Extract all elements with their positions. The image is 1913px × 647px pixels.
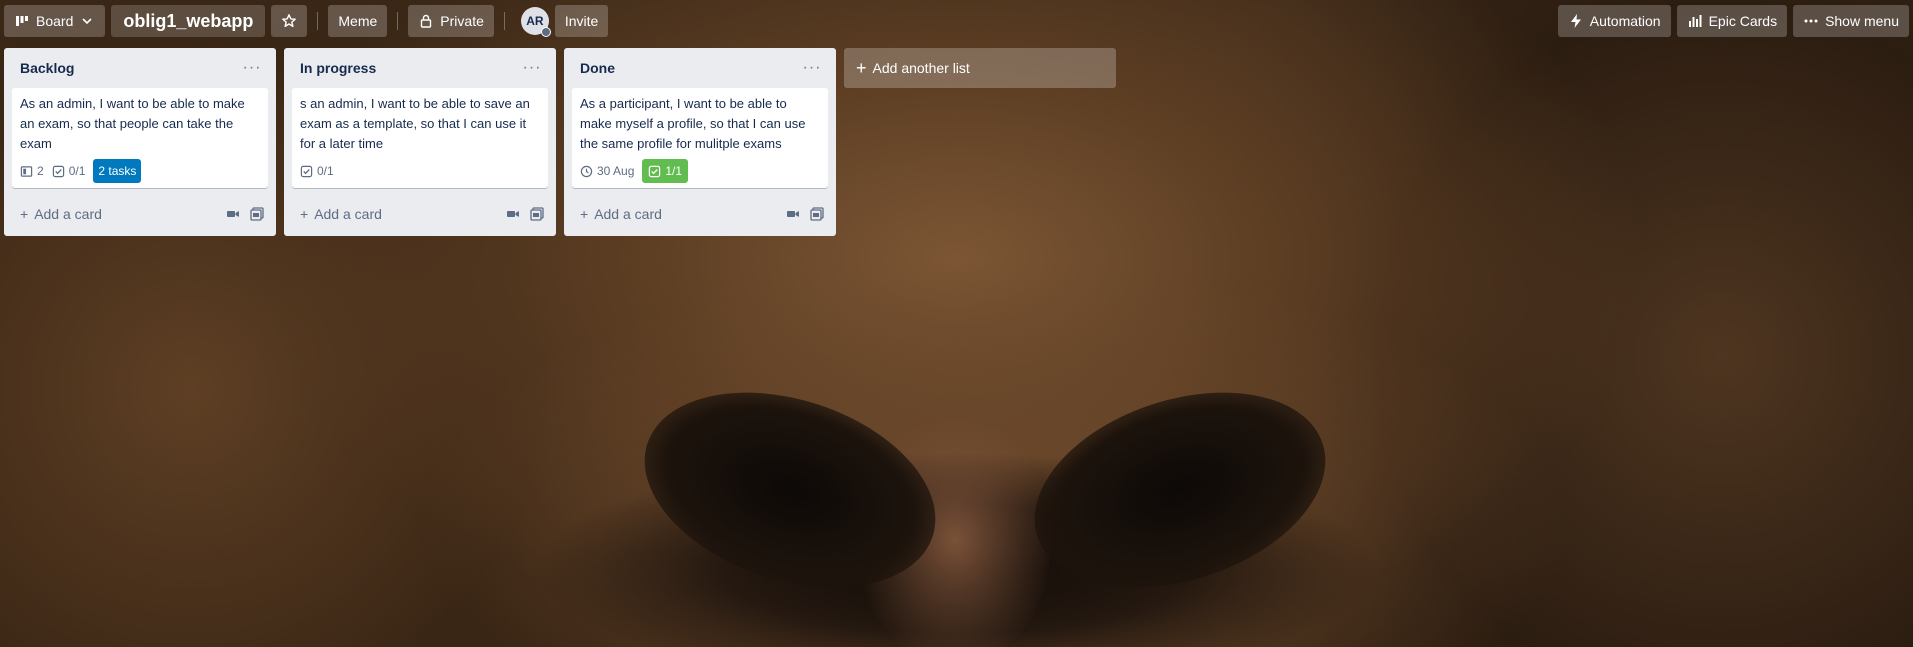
checklist-badge: 0/1 (300, 164, 334, 178)
video-icon[interactable] (506, 207, 520, 221)
template-icon[interactable] (810, 207, 824, 221)
card[interactable]: As a participant, I want to be able to m… (572, 88, 828, 188)
list-header: In progress ··· (292, 48, 548, 88)
avatar[interactable]: AR (520, 7, 551, 37)
card-badges: 30 Aug 1/1 (580, 158, 820, 184)
epic-cards-button[interactable]: Epic Cards (1676, 5, 1788, 37)
show-menu-label: Show menu (1825, 13, 1899, 29)
lock-icon (418, 13, 434, 29)
add-card-label: Add a card (314, 206, 382, 222)
plus-icon: + (20, 206, 29, 222)
checklist-icon (300, 165, 313, 177)
list-backlog[interactable]: Backlog ··· As an admin, I want to be ab… (4, 48, 276, 236)
clock-icon (580, 165, 593, 177)
checklist-icon (52, 165, 64, 177)
attachments-count: 2 (37, 164, 44, 178)
board-title[interactable]: oblig1_webapp (111, 5, 266, 37)
plus-icon: + (580, 206, 589, 222)
card-title: As a participant, I want to be able to m… (580, 96, 806, 151)
visibility-label: Private (440, 13, 484, 29)
board-view-label: Board (36, 13, 74, 29)
add-list-button[interactable]: + Add another list (844, 48, 1116, 88)
board-header: Board oblig1_webapp Meme Private AR Invi… (0, 0, 1913, 42)
lightning-icon (1568, 13, 1584, 29)
add-card-button[interactable]: + Add a card (20, 206, 102, 222)
attachments-badge: 2 (20, 164, 44, 178)
chevron-down-icon (79, 13, 95, 29)
card-title: s an admin, I want to be able to save an… (300, 96, 530, 151)
due-date-badge[interactable]: 30 Aug (580, 164, 634, 178)
add-card-label: Add a card (594, 206, 662, 222)
more-dots-icon (1803, 13, 1819, 29)
list-footer: + Add a card (572, 196, 828, 232)
list-title[interactable]: In progress (300, 60, 376, 76)
list-title[interactable]: Done (580, 60, 615, 76)
video-icon[interactable] (226, 207, 240, 221)
list-footer: + Add a card (292, 196, 548, 232)
header-divider (317, 12, 319, 30)
epic-cards-label: Epic Cards (1708, 13, 1778, 29)
video-icon[interactable] (786, 207, 800, 221)
list-done[interactable]: Done ··· As a participant, I want to be … (564, 48, 836, 236)
bar-chart-icon (1687, 13, 1703, 29)
checklist-badge: 0/1 (52, 164, 86, 178)
plus-icon: + (856, 57, 867, 78)
header-right-group: Automation Epic Cards Show menu (1557, 5, 1909, 37)
add-list-label: Add another list (872, 60, 970, 76)
list-in-progress[interactable]: In progress ··· s an admin, I want to be… (284, 48, 556, 236)
footer-icons (226, 207, 264, 221)
tasks-label: 2 tasks (93, 159, 142, 183)
avatar-initials: AR (526, 14, 544, 28)
automation-button[interactable]: Automation (1557, 5, 1671, 37)
admin-badge-icon (540, 27, 551, 37)
star-button[interactable] (271, 5, 308, 37)
plus-icon: + (300, 206, 309, 222)
workspace-button[interactable]: Meme (328, 5, 388, 37)
checklist-count: 0/1 (68, 164, 86, 178)
footer-icons (506, 207, 544, 221)
list-footer: + Add a card (12, 196, 268, 232)
checklist-icon (649, 165, 661, 177)
add-card-label: Add a card (34, 206, 102, 222)
board-canvas: Backlog ··· As an admin, I want to be ab… (4, 48, 1116, 236)
attachment-icon (20, 165, 33, 177)
template-icon[interactable] (530, 207, 544, 221)
list-menu-icon[interactable]: ··· (800, 59, 824, 77)
header-divider (503, 12, 505, 30)
list-header: Done ··· (572, 48, 828, 88)
automation-label: Automation (1589, 13, 1661, 29)
due-date: 30 Aug (597, 164, 635, 178)
footer-icons (786, 207, 824, 221)
board-icon (14, 13, 30, 29)
card-badges: 2 0/1 2 tasks (20, 158, 260, 184)
list-menu-icon[interactable]: ··· (240, 59, 264, 77)
checklist-count: 0/1 (317, 164, 334, 178)
card-badges: 0/1 (300, 158, 540, 184)
star-icon (281, 13, 297, 29)
card-title: As an admin, I want to be able to make a… (20, 96, 245, 151)
visibility-button[interactable]: Private (408, 5, 494, 37)
list-menu-icon[interactable]: ··· (520, 59, 544, 77)
list-title[interactable]: Backlog (20, 60, 74, 76)
list-header: Backlog ··· (12, 48, 268, 88)
show-menu-button[interactable]: Show menu (1793, 5, 1909, 37)
checklist-complete-badge: 1/1 (642, 159, 689, 183)
header-divider (397, 12, 399, 30)
board-view-switcher[interactable]: Board (4, 5, 106, 37)
add-card-button[interactable]: + Add a card (580, 206, 662, 222)
background-nostril-right (1009, 358, 1351, 622)
invite-button[interactable]: Invite (554, 5, 609, 37)
template-icon[interactable] (250, 207, 264, 221)
add-card-button[interactable]: + Add a card (300, 206, 382, 222)
card[interactable]: As an admin, I want to be able to make a… (12, 88, 268, 188)
card[interactable]: s an admin, I want to be able to save an… (292, 88, 548, 188)
checklist-count: 1/1 (665, 164, 683, 178)
